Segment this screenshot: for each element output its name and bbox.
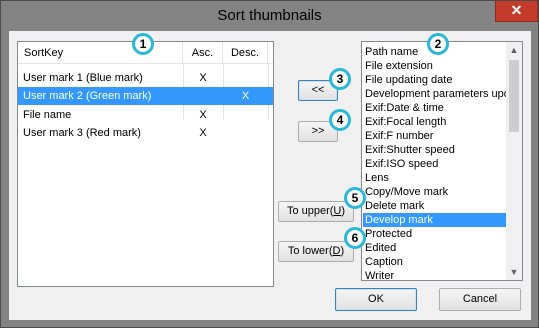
list-item[interactable]: Lens — [365, 171, 506, 185]
callout-badge-6: 6 — [344, 227, 366, 249]
ok-button[interactable]: OK — [335, 288, 417, 311]
cancel-button[interactable]: Cancel — [439, 288, 521, 311]
list-item[interactable]: Exif:Focal length — [365, 115, 506, 129]
list-item[interactable]: Copy/Move mark — [365, 185, 506, 199]
column-header-sortkey[interactable]: SortKey — [18, 42, 183, 64]
close-icon: ✕ — [510, 2, 523, 18]
move-down-button[interactable]: To lower(D) — [278, 241, 354, 262]
scrollbar-thumb[interactable] — [509, 60, 519, 132]
list-item[interactable]: Exif:ISO speed — [365, 157, 506, 171]
move-up-label-end: ) — [341, 205, 346, 217]
move-up-button[interactable]: To upper(U) — [278, 201, 354, 222]
asc-cell: X — [199, 109, 207, 121]
list-item[interactable]: Writer — [365, 269, 506, 280]
callout-badge-4: 4 — [329, 109, 351, 131]
available-keys-list[interactable]: Path name File extension File updating d… — [361, 41, 523, 281]
callout-badge-3: 3 — [329, 68, 351, 90]
column-header-asc[interactable]: Asc. — [183, 42, 223, 64]
window-title: Sort thumbnails — [217, 7, 322, 24]
move-up-label: To upper( — [286, 205, 334, 217]
sortkey-cell: File name — [23, 109, 72, 121]
list-item[interactable]: Exif:F number — [365, 129, 506, 143]
list-item[interactable]: File extension — [365, 59, 506, 73]
sortkey-cell: User mark 3 (Red mark) — [23, 127, 141, 139]
vertical-scrollbar[interactable]: ▲ ▼ — [506, 42, 522, 280]
list-item[interactable]: Development parameters upd — [365, 87, 506, 101]
dialog-body: SortKey Asc. Desc. User mark 1 (Blue mar… — [9, 31, 531, 320]
asc-cell — [183, 87, 223, 105]
callout-badge-5: 5 — [344, 187, 366, 209]
table-row[interactable]: User mark 1 (Blue mark) X — [18, 69, 273, 87]
sortkey-cell: User mark 1 (Blue mark) — [23, 72, 143, 84]
table-row[interactable]: File name X — [18, 106, 273, 124]
sortkey-cell: User mark 2 (Green mark) — [23, 90, 152, 102]
desc-cell — [223, 69, 268, 87]
list-item[interactable]: Exif:Date & time — [365, 101, 506, 115]
title-bar[interactable]: Sort thumbnails ✕ — [1, 1, 538, 31]
list-item-selected[interactable]: Develop mark — [363, 213, 506, 227]
asc-cell: X — [199, 127, 207, 139]
table-row[interactable]: User mark 2 (Green mark) X — [18, 87, 273, 105]
desc-cell: X — [241, 90, 250, 102]
list-item[interactable]: Exif:Shutter speed — [365, 143, 506, 157]
move-down-label: To lower( — [287, 245, 333, 257]
column-header-desc[interactable]: Desc. — [223, 42, 268, 64]
scroll-down-icon[interactable]: ▼ — [506, 264, 522, 280]
callout-badge-2: 2 — [427, 33, 449, 55]
list-item[interactable]: Protected — [365, 227, 506, 241]
list-item[interactable]: Delete mark — [365, 199, 506, 213]
sort-thumbnails-dialog: Sort thumbnails ✕ SortKey Asc. Desc. Use… — [0, 0, 539, 328]
move-down-label-end: ) — [340, 245, 345, 257]
desc-cell — [223, 124, 268, 142]
close-button[interactable]: ✕ — [495, 1, 538, 22]
table-row[interactable]: User mark 3 (Red mark) X — [18, 124, 273, 142]
desc-cell — [223, 106, 268, 124]
list-item[interactable]: Edited — [365, 241, 506, 255]
list-item[interactable]: File updating date — [365, 73, 506, 87]
list-item[interactable]: Caption — [365, 255, 506, 269]
sortkey-list[interactable]: SortKey Asc. Desc. User mark 1 (Blue mar… — [17, 41, 274, 287]
callout-badge-1: 1 — [132, 33, 154, 55]
scroll-up-icon[interactable]: ▲ — [506, 42, 522, 58]
asc-cell: X — [199, 72, 207, 84]
